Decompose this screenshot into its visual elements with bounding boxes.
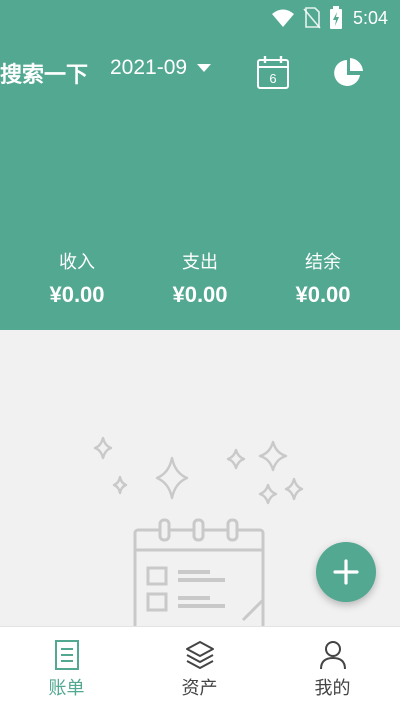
balance-label: 结余 [305,252,341,273]
sparkle-icon [155,456,189,500]
sparkle-icon [258,440,288,472]
sparkle-icon [93,436,113,460]
nav-label-me: 我的 [314,678,351,699]
person-icon [319,641,346,670]
income-value: ¥0.00 [49,282,105,307]
income-label: 收入 [59,252,95,273]
statistics-button[interactable] [332,56,366,90]
status-time: 5:04 [352,7,388,28]
summary-row: 收入 ¥0.00 支出 ¥0.00 结余 ¥0.00 [0,250,400,320]
sparkle-icon [226,448,246,470]
calendar-icon: 6 [257,56,289,89]
sparkle-icon [112,475,128,495]
app-title[interactable]: 搜索一下 [0,57,88,89]
bottom-nav: 账单 资产 我的 [0,626,400,710]
battery-charging-icon [329,6,342,29]
status-icons: 5:04 [271,6,388,30]
status-bar: 5:04 [0,0,400,36]
nav-label-assets: 资产 [181,678,218,699]
pie-chart-icon [334,58,363,86]
nav-item-assets[interactable]: 资产 [133,627,266,710]
nav-item-me[interactable]: 我的 [266,627,399,710]
toolbar: 搜索一下 2021-09 6 [0,52,400,92]
bill-icon [54,640,79,670]
plus-icon [333,559,359,585]
month-picker[interactable]: 2021-09 [110,56,212,80]
balance-value: ¥0.00 [295,282,351,307]
sparkle-icon [258,483,278,505]
add-record-button[interactable] [316,542,376,602]
dropdown-caret-icon [197,64,212,72]
month-value: 2021-09 [110,56,188,79]
header-panel: 5:04 搜索一下 2021-09 6 收入 ¥0.00 支出 ¥0.00 结余… [0,0,400,330]
no-sim-icon [303,7,321,29]
sparkle-icon [284,477,304,501]
nav-label-bills: 账单 [48,678,85,699]
expense-value: ¥0.00 [172,282,228,307]
expense-summary: 支出 ¥0.00 [140,250,260,308]
calendar-illustration [133,518,265,642]
calendar-button[interactable]: 6 [254,54,292,92]
layers-icon [185,641,214,669]
nav-item-bills[interactable]: 账单 [0,627,133,710]
income-summary: 收入 ¥0.00 [17,250,137,308]
empty-state-illustration [80,430,320,642]
wifi-icon [271,9,294,27]
balance-summary: 结余 ¥0.00 [263,250,383,308]
expense-label: 支出 [182,252,218,273]
calendar-day: 6 [269,71,276,86]
